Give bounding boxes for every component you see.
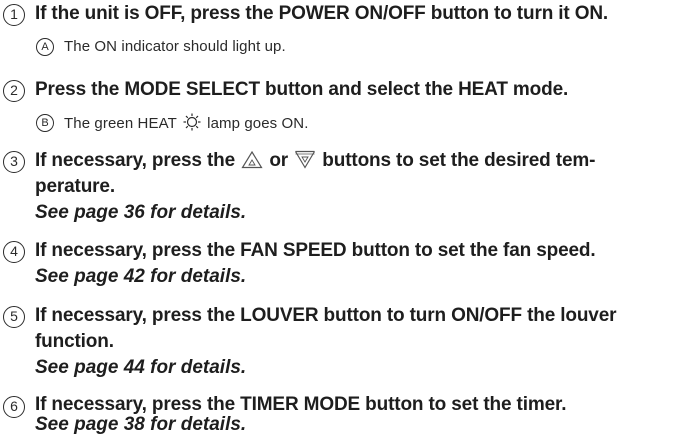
note-text-after: lamp goes ON. <box>207 115 309 132</box>
sun-lamp-icon <box>183 113 201 131</box>
step-text-line2: function. <box>35 331 114 352</box>
step-text: Press the MODE SELECT button and select … <box>35 79 569 100</box>
step-text: If necessary, press the TIMER MODE butto… <box>35 394 567 415</box>
down-triangle-icon <box>295 150 316 169</box>
note-marker: B <box>36 114 54 132</box>
see-page-link[interactable]: See page 42 for details. <box>35 266 246 288</box>
step-text: If the unit is OFF, press the POWER ON/O… <box>35 3 609 24</box>
note-marker: A <box>36 38 54 56</box>
step-number: 1 <box>3 4 25 26</box>
instructions-page: 1 If the unit is OFF, press the POWER ON… <box>0 0 693 435</box>
step-number: 2 <box>3 80 25 102</box>
up-triangle-icon <box>241 150 263 169</box>
see-page-link[interactable]: See page 38 for details. <box>35 414 246 436</box>
see-page-link[interactable]: See page 36 for details. <box>35 202 246 224</box>
note-text-before: The green HEAT <box>64 115 177 132</box>
note-text: The green HEAT lamp goes ON. <box>64 113 308 132</box>
step-text-part3: buttons to set the desired tem- <box>322 150 596 171</box>
step-text: If necessary, press the LOUVER button to… <box>35 305 617 326</box>
step-text-line2: perature. <box>35 176 115 197</box>
note-text: The ON indicator should light up. <box>64 38 286 55</box>
step-text: If necessary, press the or buttons to se… <box>35 150 595 172</box>
step-number: 5 <box>3 306 25 328</box>
step-number: 3 <box>3 151 25 173</box>
see-page-link[interactable]: See page 44 for details. <box>35 357 246 379</box>
step-text-part1: If necessary, press the <box>35 150 236 171</box>
step-text: If necessary, press the FAN SPEED button… <box>35 240 596 261</box>
step-number: 6 <box>3 396 25 418</box>
step-number: 4 <box>3 241 25 263</box>
step-text-part2: or <box>269 150 289 171</box>
